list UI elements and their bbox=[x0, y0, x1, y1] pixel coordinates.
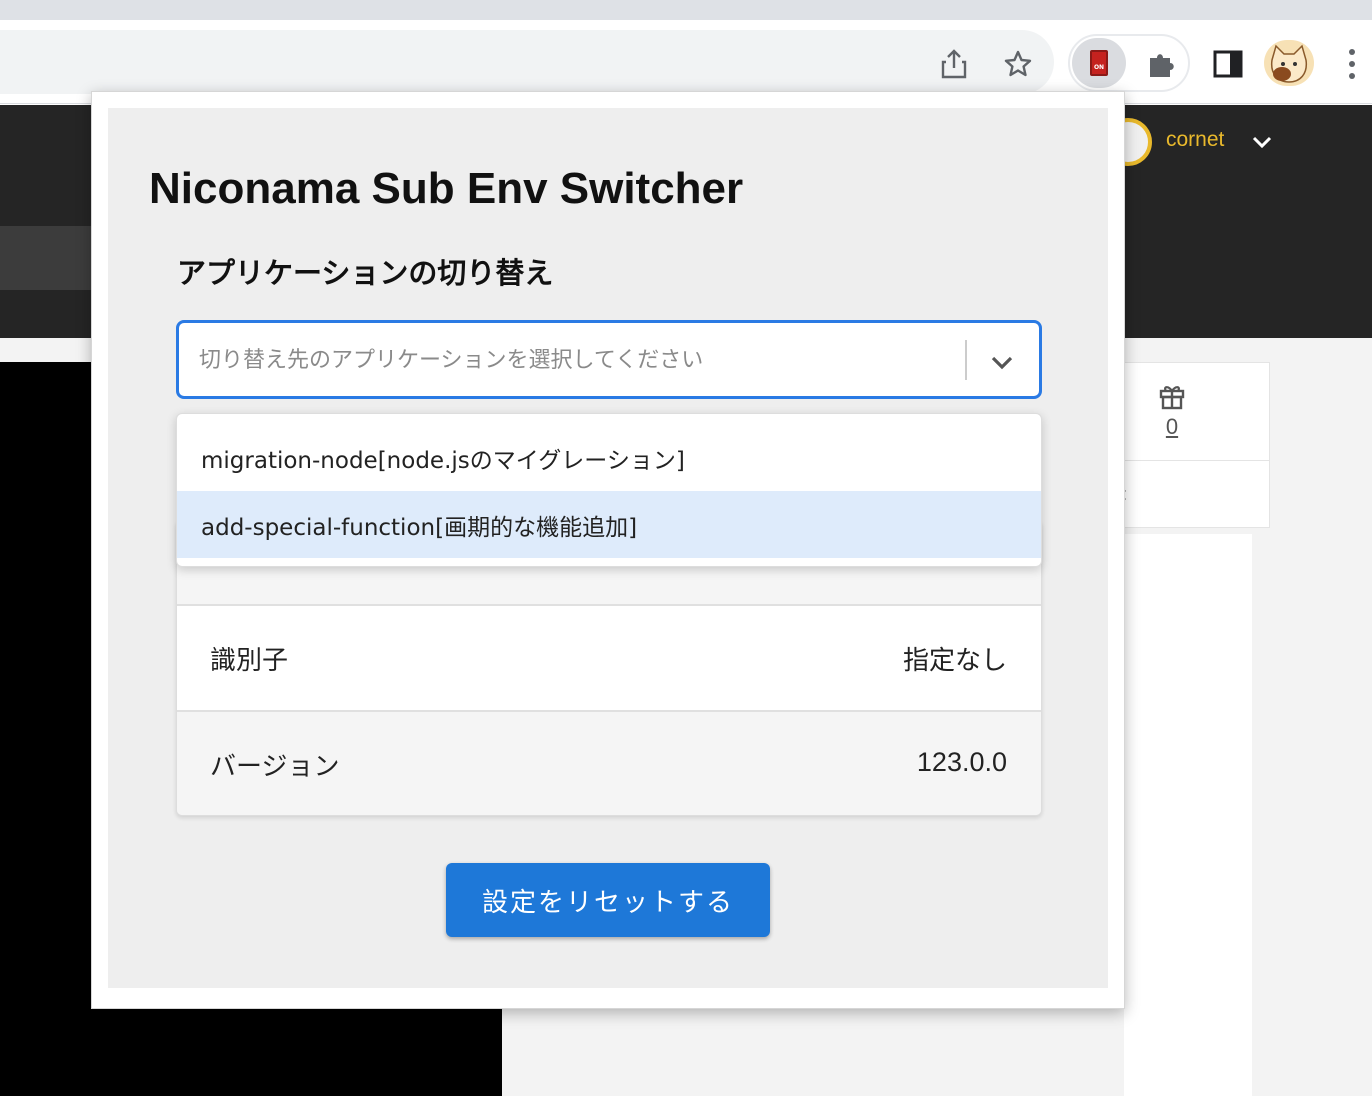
reset-settings-button[interactable]: 設定をリセットする bbox=[446, 863, 770, 937]
side-panel-icon[interactable] bbox=[1208, 44, 1248, 84]
info-row-version: バージョン 123.0.0 bbox=[177, 710, 1041, 815]
user-name[interactable]: cornet bbox=[1166, 128, 1224, 152]
vertical-dots-icon[interactable] bbox=[1340, 42, 1364, 86]
cat-avatar-icon[interactable] bbox=[1264, 40, 1314, 86]
version-value: 123.0.0 bbox=[916, 747, 1007, 777]
section-title: アプリケーションの切り替え bbox=[177, 256, 554, 290]
chevron-down-icon[interactable] bbox=[1250, 130, 1274, 154]
application-search-input[interactable] bbox=[199, 343, 939, 377]
gift-icon[interactable] bbox=[1158, 382, 1186, 410]
chevron-down-icon[interactable] bbox=[987, 347, 1017, 377]
application-select[interactable] bbox=[176, 320, 1042, 399]
popup-content: Niconama Sub Env Switcher アプリケーションの切り替え … bbox=[108, 108, 1108, 988]
star-icon[interactable] bbox=[1000, 46, 1036, 82]
option-migration-node[interactable]: migration-node[node.jsのマイグレーション] bbox=[177, 424, 1041, 491]
share-icon[interactable] bbox=[936, 46, 972, 82]
application-options-menu: migration-node[node.jsのマイグレーション] add-spe… bbox=[176, 413, 1042, 567]
side-card bbox=[1124, 362, 1270, 528]
switch-body: ON bbox=[1090, 50, 1108, 76]
side-card-divider bbox=[1124, 460, 1270, 461]
puzzle-icon[interactable] bbox=[1142, 44, 1182, 84]
identifier-value: 指定なし bbox=[902, 646, 1007, 676]
extension-popup: Niconama Sub Env Switcher アプリケーションの切り替え … bbox=[91, 91, 1125, 1009]
switch-label: ON bbox=[1093, 64, 1105, 71]
identifier-label: 識別子 bbox=[210, 646, 289, 676]
content-panel bbox=[1124, 534, 1252, 1096]
switch-on-icon[interactable]: ON bbox=[1072, 38, 1126, 88]
address-bar[interactable] bbox=[0, 30, 1054, 94]
option-add-special-function[interactable]: add-special-function[画期的な機能追加] bbox=[177, 491, 1041, 558]
select-separator bbox=[965, 340, 967, 380]
tab-strip bbox=[0, 0, 1372, 20]
version-label: バージョン bbox=[210, 752, 340, 782]
info-row-identifier: 識別子 指定なし bbox=[177, 604, 1041, 710]
gift-count[interactable]: 0 bbox=[1160, 414, 1184, 440]
popup-title: Niconama Sub Env Switcher bbox=[149, 164, 744, 213]
